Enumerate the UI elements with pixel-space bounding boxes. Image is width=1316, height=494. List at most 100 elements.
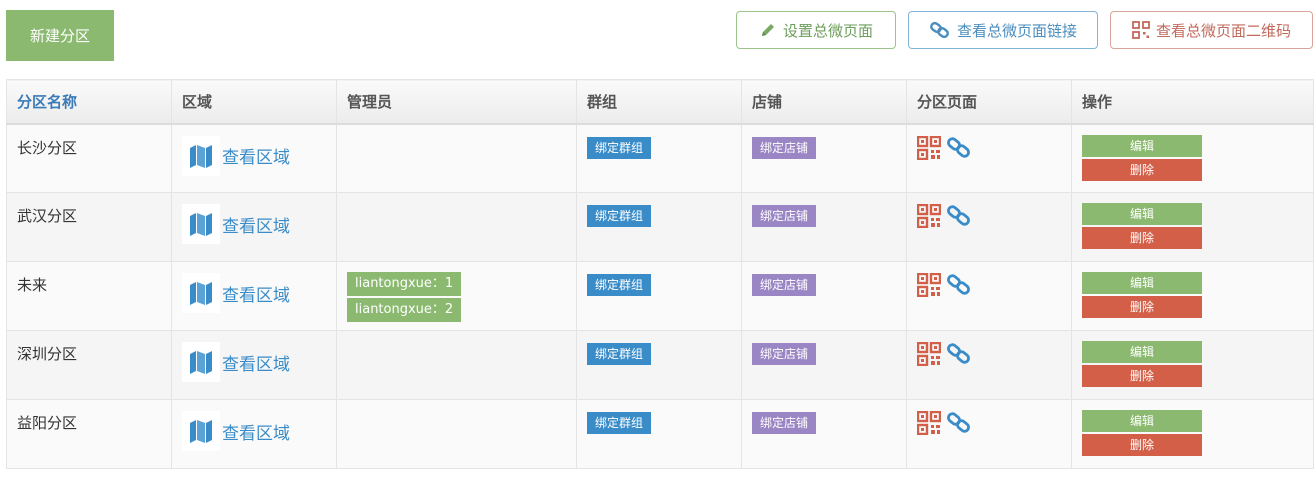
map-icon[interactable] — [182, 135, 220, 176]
cell-region: 查看区域 — [171, 192, 337, 262]
view-region-link[interactable]: 查看区域 — [222, 281, 290, 306]
cell-group: 绑定群组 — [576, 261, 742, 331]
bind-group-button[interactable]: 绑定群组 — [587, 343, 652, 365]
delete-button[interactable]: 删除 — [1082, 296, 1202, 318]
cell-page — [906, 123, 1072, 193]
partition-name: 深圳分区 — [17, 345, 78, 363]
col-header-name[interactable]: 分区名称 — [6, 79, 172, 125]
cell-name: 未来 — [6, 261, 172, 331]
partition-table: 分区名称 区域 管理员 群组 店铺 分区页面 操作 长沙分区 查看区域 绑定群组 绑定… — [6, 79, 1314, 469]
link-icon[interactable] — [947, 136, 971, 163]
bind-store-button[interactable]: 绑定店铺 — [752, 136, 817, 159]
cell-admin — [336, 399, 577, 469]
link-icon[interactable] — [947, 205, 971, 231]
table-row: 未来 查看区域 liantongxue：1 liantongxue：2 绑定群组 绑定店铺… — [6, 261, 1314, 331]
partition-name: 益阳分区 — [17, 414, 78, 432]
link-icon — [929, 21, 951, 39]
cell-ops: 编辑 删除 — [1071, 330, 1314, 400]
cell-store: 绑定店铺 — [741, 123, 907, 193]
map-icon[interactable] — [182, 342, 220, 382]
col-header-region: 区域 — [171, 79, 337, 125]
table-row: 深圳分区 查看区域 绑定群组 绑定店铺 编辑 删除 — [6, 330, 1314, 400]
cell-ops: 编辑 删除 — [1071, 192, 1314, 262]
pencil-icon — [759, 21, 777, 39]
view-main-page-link-button[interactable]: 查看总微页面链接 — [908, 11, 1098, 49]
qrcode-icon[interactable] — [916, 203, 942, 232]
bind-group-button[interactable]: 绑定群组 — [587, 412, 652, 434]
qrcode-icon[interactable] — [916, 135, 942, 164]
cell-name: 长沙分区 — [6, 123, 172, 193]
admin-tag[interactable]: liantongxue：1 — [347, 272, 462, 296]
partition-name: 长沙分区 — [17, 138, 78, 157]
cell-admin — [336, 330, 577, 400]
view-region-link[interactable]: 查看区域 — [222, 350, 290, 375]
view-region-link[interactable]: 查看区域 — [222, 143, 290, 168]
cell-admin: liantongxue：1 liantongxue：2 — [336, 261, 577, 331]
delete-button[interactable]: 删除 — [1082, 434, 1202, 456]
link-icon[interactable] — [947, 343, 971, 369]
cell-name: 深圳分区 — [6, 330, 172, 400]
delete-button[interactable]: 删除 — [1082, 227, 1202, 249]
partition-name: 武汉分区 — [17, 207, 78, 225]
bind-store-button[interactable]: 绑定店铺 — [752, 412, 817, 434]
map-icon[interactable] — [182, 273, 220, 313]
cell-page — [906, 330, 1072, 400]
table-header: 分区名称 区域 管理员 群组 店铺 分区页面 操作 — [6, 79, 1314, 125]
col-header-ops: 操作 — [1071, 79, 1314, 125]
bind-store-button[interactable]: 绑定店铺 — [752, 205, 817, 227]
cell-admin — [336, 123, 577, 193]
bind-group-button[interactable]: 绑定群组 — [587, 274, 652, 296]
edit-button[interactable]: 编辑 — [1082, 272, 1202, 294]
map-icon[interactable] — [182, 411, 220, 451]
qrcode-icon[interactable] — [916, 272, 942, 301]
cell-store: 绑定店铺 — [741, 399, 907, 469]
cell-group: 绑定群组 — [576, 399, 742, 469]
new-partition-button[interactable]: 新建分区 — [6, 10, 114, 61]
edit-button[interactable]: 编辑 — [1082, 410, 1202, 432]
map-icon[interactable] — [182, 204, 220, 244]
view-main-page-qr-button[interactable]: 查看总微页面二维码 — [1110, 11, 1313, 49]
qrcode-icon[interactable] — [916, 410, 942, 439]
cell-ops: 编辑 删除 — [1071, 261, 1314, 331]
cell-ops: 编辑 删除 — [1071, 399, 1314, 469]
qrcode-icon[interactable] — [916, 341, 942, 370]
cell-region: 查看区域 — [171, 123, 337, 193]
cell-name: 益阳分区 — [6, 399, 172, 469]
edit-button[interactable]: 编辑 — [1082, 341, 1202, 363]
cell-group: 绑定群组 — [576, 123, 742, 193]
qrcode-icon — [1132, 21, 1150, 39]
col-header-page: 分区页面 — [906, 79, 1072, 125]
view-main-page-link-label: 查看总微页面链接 — [956, 21, 1077, 40]
delete-button[interactable]: 删除 — [1082, 365, 1202, 387]
set-main-page-label: 设置总微页面 — [782, 21, 873, 40]
col-header-group: 群组 — [576, 79, 742, 125]
link-icon[interactable] — [947, 274, 971, 300]
view-region-link[interactable]: 查看区域 — [222, 419, 290, 444]
admin-tag[interactable]: liantongxue：2 — [347, 298, 462, 322]
delete-button[interactable]: 删除 — [1082, 158, 1202, 181]
cell-region: 查看区域 — [171, 399, 337, 469]
table-row: 长沙分区 查看区域 绑定群组 绑定店铺 编辑 删除 — [6, 123, 1314, 193]
bind-group-button[interactable]: 绑定群组 — [587, 136, 652, 159]
edit-button[interactable]: 编辑 — [1082, 203, 1202, 225]
col-header-store: 店铺 — [741, 79, 907, 125]
cell-page — [906, 261, 1072, 331]
bind-group-button[interactable]: 绑定群组 — [587, 205, 652, 227]
cell-region: 查看区域 — [171, 261, 337, 331]
cell-region: 查看区域 — [171, 330, 337, 400]
cell-name: 武汉分区 — [6, 192, 172, 262]
cell-page — [906, 192, 1072, 262]
bind-store-button[interactable]: 绑定店铺 — [752, 274, 817, 296]
cell-group: 绑定群组 — [576, 330, 742, 400]
edit-button[interactable]: 编辑 — [1082, 134, 1202, 157]
cell-store: 绑定店铺 — [741, 330, 907, 400]
cell-store: 绑定店铺 — [741, 192, 907, 262]
cell-admin — [336, 192, 577, 262]
bind-store-button[interactable]: 绑定店铺 — [752, 343, 817, 365]
link-icon[interactable] — [947, 412, 971, 438]
cell-group: 绑定群组 — [576, 192, 742, 262]
set-main-page-button[interactable]: 设置总微页面 — [736, 11, 896, 49]
cell-page — [906, 399, 1072, 469]
cell-ops: 编辑 删除 — [1071, 123, 1314, 193]
view-region-link[interactable]: 查看区域 — [222, 212, 290, 237]
